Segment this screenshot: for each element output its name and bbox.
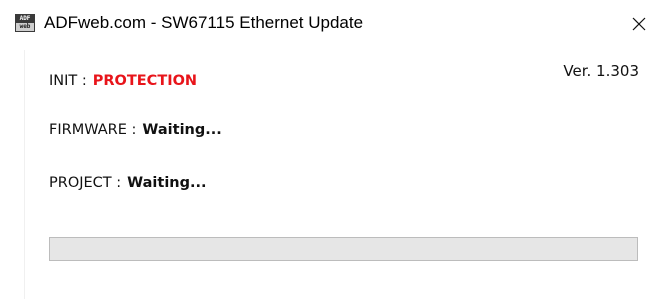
project-label: PROJECT : [49,175,122,191]
close-icon [632,17,646,31]
close-button[interactable] [616,0,662,48]
version-label: Ver. 1.303 [563,62,639,80]
firmware-status: FIRMWARE : Waiting... [49,122,222,138]
title-bar[interactable]: ADF web ADFweb.com - SW67115 Ethernet Up… [0,0,662,50]
project-value: Waiting... [127,175,207,191]
init-label: INIT : [49,73,87,89]
window-title: ADFweb.com - SW67115 Ethernet Update [44,13,364,32]
update-progress-bar [49,237,638,261]
init-status: INIT : PROTECTION [49,73,197,89]
project-status: PROJECT : Waiting... [49,175,207,191]
firmware-value: Waiting... [142,122,222,138]
firmware-label: FIRMWARE : [49,122,137,138]
update-window: ADF web ADFweb.com - SW67115 Ethernet Up… [0,0,662,299]
init-value: PROTECTION [92,73,198,89]
adfweb-app-icon: ADF web [15,14,35,32]
update-panel: Ver. 1.303 INIT : PROTECTION FIRMWARE : Wa… [24,50,662,299]
